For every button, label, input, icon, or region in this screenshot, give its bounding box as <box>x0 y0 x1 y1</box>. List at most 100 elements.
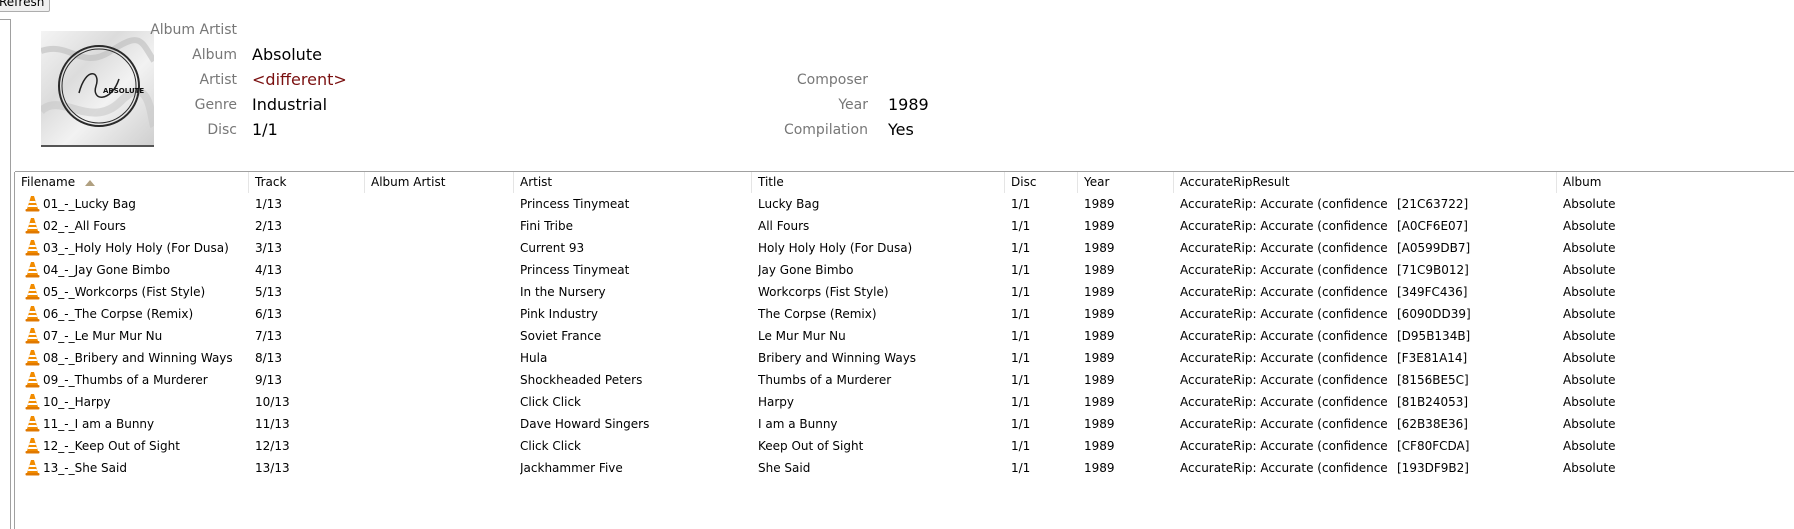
column-header-artist[interactable]: Artist <box>514 172 752 193</box>
column-header-title[interactable]: Title <box>752 172 1005 193</box>
vlc-cone-icon <box>25 328 40 344</box>
cell-track: 6/13 <box>255 307 282 321</box>
cell-accuraterip-crc: [F3E81A14] <box>1397 351 1468 365</box>
cell-album: Absolute <box>1563 285 1616 299</box>
cell-album-artist <box>371 391 514 413</box>
album-value[interactable]: Absolute <box>252 45 322 64</box>
vlc-cone-icon <box>25 284 40 300</box>
cell-track: 5/13 <box>255 285 282 299</box>
table-row[interactable]: 05_-_Workcorps (Fist Style) 5/13 In the Nu… <box>15 281 1794 303</box>
table-row[interactable]: 01_-_Lucky Bag 1/13 Princess Tinymeat Lucky… <box>15 193 1794 215</box>
file-grid[interactable]: Filename Track Album Artist Artist Title… <box>15 172 1794 529</box>
cell-track: 2/13 <box>255 219 282 233</box>
cell-year: 1989 <box>1084 373 1115 387</box>
compilation-label: Compilation <box>783 122 868 138</box>
year-value[interactable]: 1989 <box>888 95 929 114</box>
artist-value[interactable]: <different> <box>252 70 347 89</box>
cell-accuraterip-crc: [349FC436] <box>1397 285 1468 299</box>
table-row[interactable]: 06_-_The Corpse (Remix) 6/13 Pink Industry… <box>15 303 1794 325</box>
refresh-button[interactable]: Refresh <box>0 0 50 12</box>
cell-track: 9/13 <box>255 373 282 387</box>
cell-title: Jay Gone Bimbo <box>758 263 854 277</box>
sort-ascending-icon <box>85 179 96 186</box>
cell-track: 8/13 <box>255 351 282 365</box>
column-header-label: AccurateRipResult <box>1180 175 1290 189</box>
cell-title: She Said <box>758 461 811 475</box>
cell-artist: Fini Tribe <box>520 219 573 233</box>
cell-title: Le Mur Mur Nu <box>758 329 846 343</box>
cell-accuraterip-crc: [D95B134B] <box>1397 329 1471 343</box>
cell-album: Absolute <box>1563 461 1616 475</box>
column-header-album[interactable]: Album <box>1557 172 1794 193</box>
cell-track: 3/13 <box>255 241 282 255</box>
cell-album-artist <box>371 413 514 435</box>
cell-year: 1989 <box>1084 417 1115 431</box>
table-row[interactable]: 04_-_Jay Gone Bimbo 4/13 Princess Tinymeat… <box>15 259 1794 281</box>
cell-accuraterip: AccurateRip: Accurate (confidence 2) <box>1180 329 1390 343</box>
table-row[interactable]: 13_-_She Said 13/13 Jackhammer Five She Sai… <box>15 457 1794 479</box>
cell-accuraterip: AccurateRip: Accurate (confidence 2) <box>1180 285 1390 299</box>
column-header-label: Track <box>255 175 287 189</box>
column-header-label: Artist <box>520 175 553 189</box>
cell-disc: 1/1 <box>1011 329 1031 343</box>
table-row[interactable]: 07_-_Le Mur Mur Nu 7/13 Soviet France Le Mu… <box>15 325 1794 347</box>
column-header-filename[interactable]: Filename <box>15 172 249 193</box>
cell-accuraterip: AccurateRip: Accurate (confidence 2) <box>1180 395 1390 409</box>
cell-disc: 1/1 <box>1011 351 1031 365</box>
cell-title: Holy Holy Holy (For Dusa) <box>758 241 913 255</box>
cell-filename: 03_-_Holy Holy Holy (For Dusa) <box>43 241 229 255</box>
cell-track: 13/13 <box>255 461 290 475</box>
table-row[interactable]: 12_-_Keep Out of Sight 12/13 Click Click Ke… <box>15 435 1794 457</box>
cell-filename: 04_-_Jay Gone Bimbo <box>43 263 171 277</box>
cell-accuraterip-crc: [8156BE5C] <box>1397 373 1469 387</box>
table-row[interactable]: 02_-_All Fours 2/13 Fini Tribe All Fours 1/1… <box>15 215 1794 237</box>
genre-label: Genre <box>194 97 237 113</box>
album-artist-label: Album Artist <box>150 22 237 38</box>
cell-filename: 08_-_Bribery and Winning Ways <box>43 351 233 365</box>
genre-value[interactable]: Industrial <box>252 95 327 114</box>
table-row[interactable]: 10_-_Harpy 10/13 Click Click Harpy 1/1 1989 Ac… <box>15 391 1794 413</box>
cell-title: Keep Out of Sight <box>758 439 864 453</box>
cell-artist: In the Nursery <box>520 285 606 299</box>
cell-artist: Click Click <box>520 395 582 409</box>
cell-accuraterip: AccurateRip: Accurate (confidence 2) <box>1180 263 1390 277</box>
vlc-cone-icon <box>25 262 40 278</box>
cell-track: 10/13 <box>255 395 290 409</box>
table-row[interactable]: 11_-_I am a Bunny 11/13 Dave Howard Singer… <box>15 413 1794 435</box>
column-header-year[interactable]: Year <box>1078 172 1174 193</box>
table-row[interactable]: 03_-_Holy Holy Holy (For Dusa) 3/13 Curren… <box>15 237 1794 259</box>
column-header-accuraterip[interactable]: AccurateRipResult <box>1174 172 1557 193</box>
column-header-disc[interactable]: Disc <box>1005 172 1078 193</box>
cell-artist: Shockheaded Peters <box>520 373 643 387</box>
table-row[interactable]: 09_-_Thumbs of a Murderer 9/13 Shockheaded… <box>15 369 1794 391</box>
cell-album-artist <box>371 193 514 215</box>
cell-artist: Click Click <box>520 439 582 453</box>
cell-accuraterip: AccurateRip: Accurate (confidence 2) <box>1180 351 1390 365</box>
cell-accuraterip-crc: [CF80FCDA] <box>1397 439 1470 453</box>
compilation-value[interactable]: Yes <box>888 120 914 139</box>
vlc-cone-icon <box>25 372 40 388</box>
cell-album-artist <box>371 369 514 391</box>
vlc-cone-icon <box>25 306 40 322</box>
cell-disc: 1/1 <box>1011 241 1031 255</box>
cell-disc: 1/1 <box>1011 197 1031 211</box>
cell-accuraterip-crc: [6090DD39] <box>1397 307 1471 321</box>
disc-label: Disc <box>207 122 237 138</box>
cell-accuraterip: AccurateRip: Accurate (confidence 2) <box>1180 219 1390 233</box>
cell-accuraterip: AccurateRip: Accurate (confidence 2) <box>1180 197 1390 211</box>
column-header-album-artist[interactable]: Album Artist <box>365 172 514 193</box>
vlc-cone-icon <box>25 438 40 454</box>
cell-album-artist <box>371 281 514 303</box>
cell-title: Workcorps (Fist Style) <box>758 285 889 299</box>
table-row[interactable]: 08_-_Bribery and Winning Ways 8/13 Hula Bri… <box>15 347 1794 369</box>
cell-disc: 1/1 <box>1011 373 1031 387</box>
disc-value[interactable]: 1/1 <box>252 120 278 139</box>
column-header-track[interactable]: Track <box>249 172 365 193</box>
cell-accuraterip-crc: [21C63722] <box>1397 197 1469 211</box>
cell-album: Absolute <box>1563 241 1616 255</box>
column-header-label: Album <box>1563 175 1602 189</box>
cell-filename: 10_-_Harpy <box>43 395 111 409</box>
vlc-cone-icon <box>25 416 40 432</box>
column-header-label: Year <box>1084 175 1110 189</box>
cell-filename: 07_-_Le Mur Mur Nu <box>43 329 163 343</box>
